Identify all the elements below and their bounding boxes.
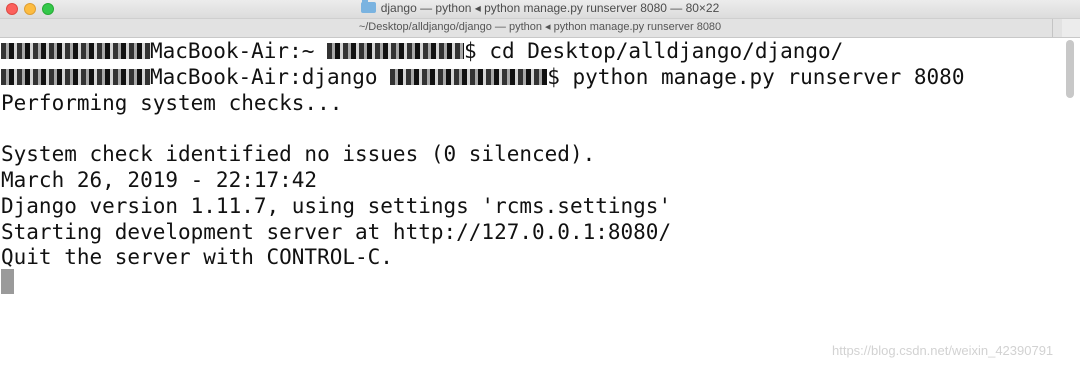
redacted-username bbox=[1, 69, 150, 85]
redacted-username bbox=[327, 43, 465, 59]
prompt-host: MacBook-Air:~ bbox=[150, 39, 315, 63]
vertical-scrollbar[interactable] bbox=[1066, 40, 1074, 98]
prompt-command: $ python manage.py runserver 8080 bbox=[547, 65, 965, 89]
tab-overflow-area bbox=[1062, 19, 1080, 37]
terminal-output[interactable]: MacBook-Air:~ $ cd Desktop/alldjango/dja… bbox=[0, 38, 1062, 367]
tab-divider bbox=[1052, 19, 1053, 37]
text-cursor bbox=[1, 269, 14, 294]
watermark: https://blog.csdn.net/weixin_42390791 bbox=[832, 343, 1054, 358]
terminal-line: MacBook-Air:~ $ cd Desktop/alldjango/dja… bbox=[1, 38, 843, 64]
terminal-line: MacBook-Air:django $ python manage.py ru… bbox=[1, 64, 964, 90]
terminal-line: Django version 1.11.7, using settings 'r… bbox=[1, 194, 672, 218]
terminal-line: Quit the server with CONTROL-C. bbox=[1, 245, 393, 269]
folder-icon bbox=[360, 0, 376, 13]
terminal-line: System check identified no issues (0 sil… bbox=[1, 142, 596, 166]
redacted-username bbox=[390, 69, 548, 85]
terminal-line: Starting development server at http://12… bbox=[1, 220, 672, 244]
terminal-line: Performing system checks... bbox=[1, 91, 343, 115]
terminal-line: March 26, 2019 - 22:17:42 bbox=[1, 168, 318, 192]
prompt-command: $ cd Desktop/alldjango/django/ bbox=[464, 39, 844, 63]
tab-title[interactable]: ~/Desktop/alldjango/django — python ◂ py… bbox=[0, 20, 1080, 33]
window-title-text: django — python ◂ python manage.py runse… bbox=[380, 1, 720, 15]
title-bar[interactable]: django — python ◂ python manage.py runse… bbox=[0, 0, 1080, 19]
terminal-window: django — python ◂ python manage.py runse… bbox=[0, 0, 1080, 367]
window-title: django — python ◂ python manage.py runse… bbox=[0, 0, 1080, 15]
redacted-username bbox=[1, 43, 150, 59]
prompt-host: MacBook-Air:django bbox=[150, 65, 378, 89]
tab-bar: ~/Desktop/alldjango/django — python ◂ py… bbox=[0, 19, 1080, 38]
